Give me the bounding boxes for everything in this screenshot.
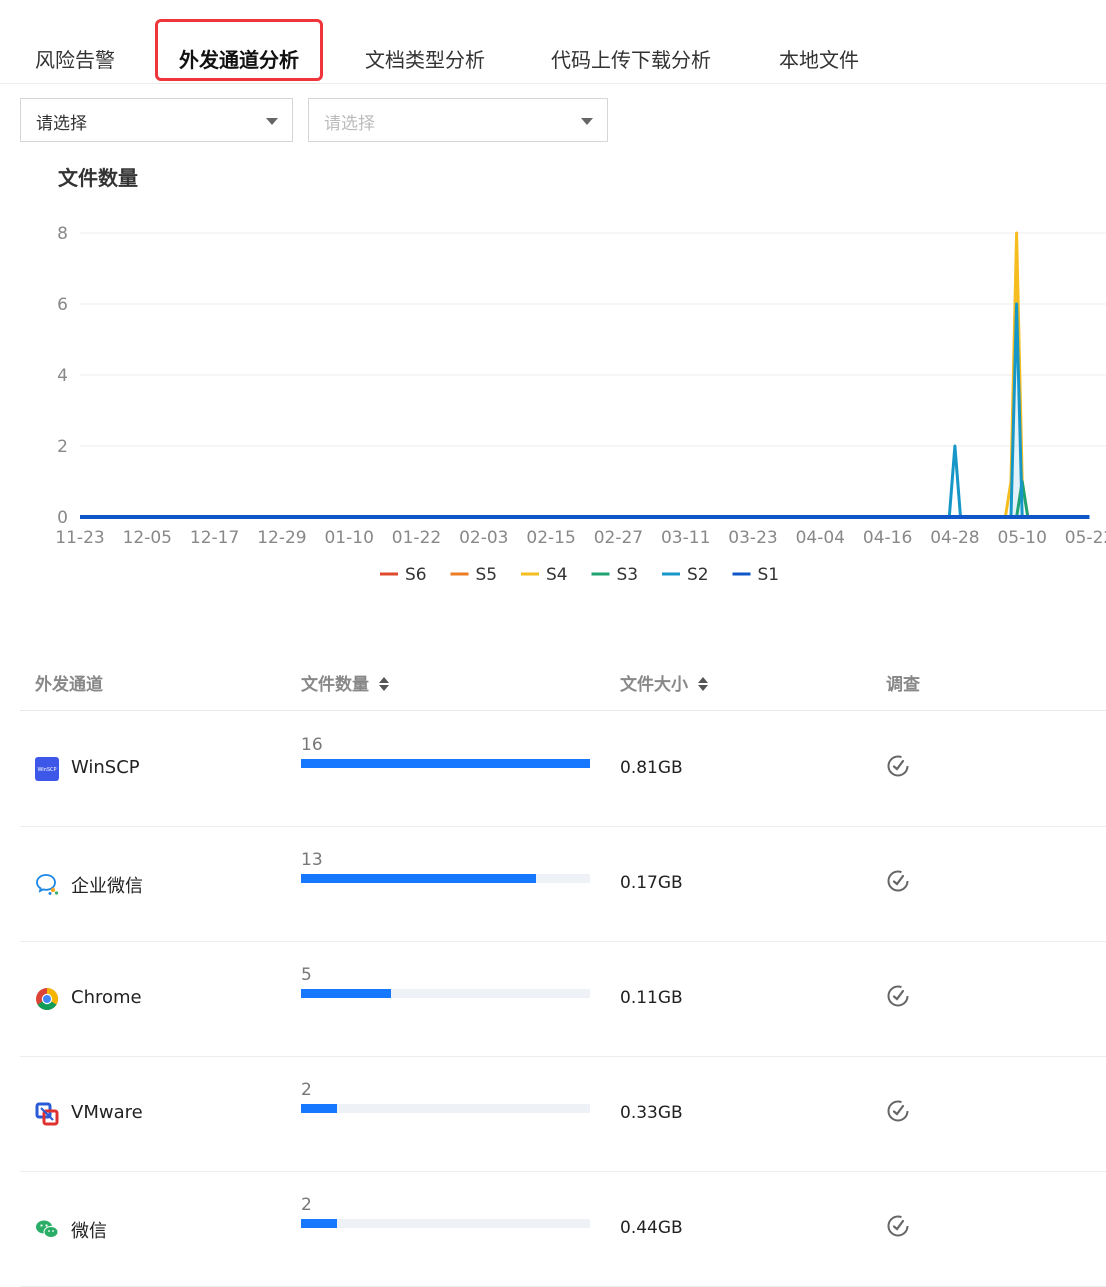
x-tick-label: 11-23 (55, 528, 104, 548)
series-line-S2 (80, 302, 1090, 519)
header-channel: 外发通道 (35, 675, 103, 695)
legend-label-S2: S2 (687, 565, 709, 585)
file-size-value: 0.33GB (620, 1103, 683, 1123)
x-tick-label: 02-15 (526, 528, 575, 548)
file-count-bar (301, 1219, 590, 1228)
x-tick-label: 04-04 (796, 528, 845, 548)
header-file-size[interactable]: 文件大小 (620, 670, 708, 695)
x-tick-label: 04-16 (863, 528, 912, 548)
investigate-icon[interactable] (886, 869, 910, 893)
channel-name: 企业微信 (71, 876, 143, 897)
chart-title: 文件数量 (58, 166, 138, 190)
legend-label-S1: S1 (758, 565, 780, 585)
file-count-value: 13 (301, 850, 323, 870)
filter-select-1-value: 请选择 (36, 114, 87, 134)
x-tick-label: 05-10 (997, 528, 1046, 548)
file-count-bar-fill (301, 989, 392, 998)
file-count-value: 5 (301, 965, 312, 985)
x-tick-label: 05-22 (1065, 528, 1106, 548)
investigate-icon[interactable] (886, 1099, 910, 1123)
file-size-value: 0.44GB (620, 1218, 683, 1238)
legend-label-S4: S4 (546, 565, 568, 585)
file-size-value: 0.81GB (620, 758, 683, 778)
filter-select-2-placeholder: 请选择 (324, 114, 375, 134)
table-row: Chrome 5 0.11GB (20, 941, 1106, 1057)
sort-icon[interactable] (379, 676, 389, 692)
y-tick-label: 8 (57, 224, 68, 244)
investigate-icon[interactable] (886, 984, 910, 1008)
x-tick-label: 01-22 (392, 528, 441, 548)
channel-name: WinSCP (71, 757, 140, 778)
header-file-count[interactable]: 文件数量 (301, 670, 389, 695)
x-tick-label: 03-11 (661, 528, 710, 548)
legend-label-S5: S5 (476, 565, 498, 585)
header-investigate: 调查 (886, 675, 920, 695)
tab-code-upload-download-analysis[interactable]: 代码上传下载分析 (551, 44, 711, 73)
table-header: 外发通道 文件数量 文件大小 调查 (20, 652, 1106, 711)
active-tab-highlight (155, 19, 323, 81)
file-count-bar-fill (301, 874, 536, 883)
series-line-S3 (80, 480, 1090, 519)
y-tick-label: 4 (57, 366, 68, 386)
x-tick-label: 12-05 (123, 528, 172, 548)
filter-select-2[interactable]: 请选择 (308, 98, 608, 142)
y-tick-label: 0 (57, 508, 68, 528)
table-row: WinSCP WinSCP 16 0.81GB (20, 711, 1106, 827)
file-count-bar-fill (301, 1219, 338, 1228)
x-tick-label: 04-28 (930, 528, 979, 548)
table-row: VMware 2 0.33GB (20, 1056, 1106, 1172)
channel-name: 微信 (71, 1221, 107, 1242)
channel-name: Chrome (71, 987, 142, 1008)
x-tick-label: 12-29 (257, 528, 306, 548)
header-file-count-label: 文件数量 (301, 675, 369, 695)
investigate-icon[interactable] (886, 754, 910, 778)
tab-risk-alert[interactable]: 风险告警 (35, 44, 115, 73)
file-count-bar (301, 989, 590, 998)
channel-name: VMware (71, 1102, 143, 1123)
investigate-icon[interactable] (886, 1214, 910, 1238)
file-count-bar (301, 759, 590, 768)
file-count-value: 16 (301, 735, 323, 755)
x-tick-label: 02-03 (459, 528, 508, 548)
file-count-line-chart: 0 2 4 6 8 11-23 12-05 12-17 12-29 01-10 01-22 02-03… (55, 224, 1106, 585)
wecom-icon (36, 874, 59, 895)
file-count-value: 2 (301, 1080, 312, 1100)
x-tick-label: 01-10 (324, 528, 373, 548)
x-tick-label: 02-27 (594, 528, 643, 548)
sort-icon[interactable] (698, 676, 708, 692)
file-size-value: 0.11GB (620, 988, 683, 1008)
tab-local-files[interactable]: 本地文件 (779, 44, 859, 73)
table-row: 企业微信 13 0.17GB (20, 826, 1106, 942)
y-tick-label: 6 (57, 295, 68, 315)
legend-label-S6: S6 (405, 565, 427, 585)
wechat-icon (36, 1220, 59, 1238)
file-count-bar-fill (301, 759, 590, 768)
caret-down-icon (266, 118, 278, 125)
winscp-icon: WinSCP (35, 757, 59, 781)
file-count-bar (301, 874, 590, 883)
y-tick-label: 2 (57, 437, 68, 457)
table-row: 微信 2 0.44GB (20, 1171, 1106, 1287)
file-count-bar (301, 1104, 590, 1113)
svg-text:WinSCP: WinSCP (37, 767, 56, 773)
x-tick-label: 03-23 (728, 528, 777, 548)
caret-down-icon (581, 118, 593, 125)
legend-label-S3: S3 (617, 565, 639, 585)
chrome-icon (36, 988, 58, 1010)
header-file-size-label: 文件大小 (620, 675, 688, 695)
x-tick-label: 12-17 (190, 528, 239, 548)
vmware-icon (35, 1102, 59, 1126)
file-count-value: 2 (301, 1195, 312, 1215)
tab-document-type-analysis[interactable]: 文档类型分析 (365, 44, 485, 73)
file-count-bar-fill (301, 1104, 338, 1113)
filter-select-1[interactable]: 请选择 (20, 98, 293, 142)
file-size-value: 0.17GB (620, 873, 683, 893)
